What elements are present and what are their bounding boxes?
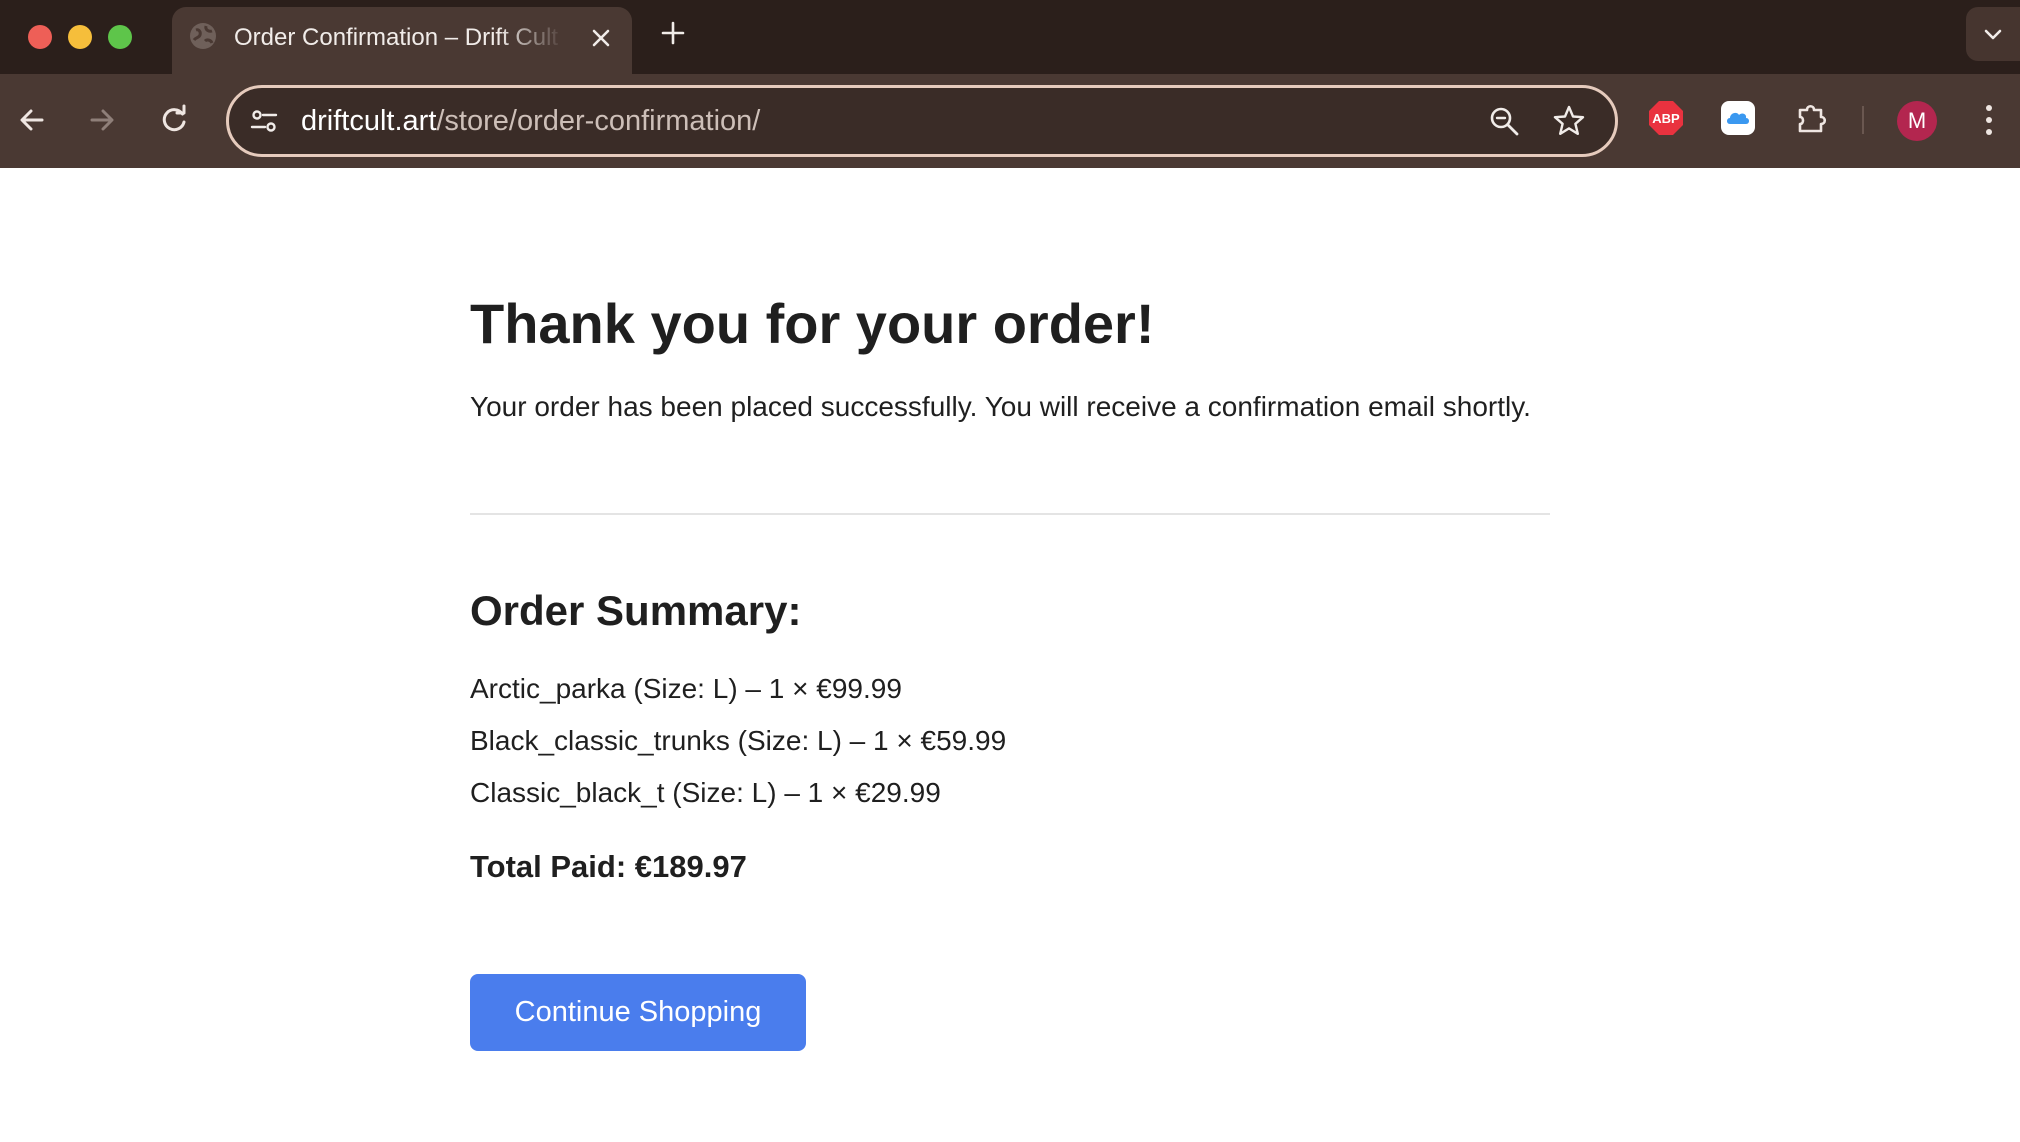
new-tab-icon[interactable] (658, 18, 688, 48)
section-divider (470, 513, 1550, 515)
total-paid: Total Paid: €189.97 (470, 849, 747, 884)
puzzle-extensions-icon[interactable] (1792, 98, 1832, 138)
order-item: Arctic_parka (Size: L) – 1 × €99.99 (470, 673, 902, 704)
chevron-down-icon (1984, 29, 2002, 40)
kebab-menu-icon[interactable] (1974, 98, 2004, 142)
minimize-window-button[interactable] (68, 25, 92, 49)
tab-title: Order Confirmation – Drift Cult Store (234, 24, 564, 51)
order-summary-title: Order Summary: (470, 587, 802, 634)
adblock-plus-icon[interactable]: ABP (1646, 98, 1686, 138)
url-text[interactable]: driftcult.art/store/order-confirmation/ (301, 103, 760, 139)
forward-arrow-icon[interactable] (82, 100, 122, 140)
zoom-icon[interactable] (1487, 104, 1521, 138)
order-item: Classic_black_t (Size: L) – 1 × €29.99 (470, 777, 941, 808)
continue-shopping-button[interactable]: Continue Shopping (470, 974, 806, 1051)
icloud-icon[interactable] (1718, 98, 1758, 138)
url-path: /store/order-confirmation/ (436, 105, 761, 137)
reload-icon[interactable] (154, 100, 194, 140)
order-items-list: Arctic_parka (Size: L) – 1 × €99.99 Blac… (470, 672, 1006, 828)
order-item: Black_classic_trunks (Size: L) – 1 × €59… (470, 725, 1007, 756)
close-window-button[interactable] (28, 25, 52, 49)
active-tab[interactable]: Order Confirmation – Drift Cult Store (172, 7, 632, 74)
back-arrow-icon[interactable] (12, 100, 52, 140)
maximize-window-button[interactable] (108, 25, 132, 49)
toolbar-divider (1862, 106, 1864, 134)
browser-toolbar: driftcult.art/store/order-confirmation/ … (0, 74, 2020, 168)
bookmark-star-icon[interactable] (1551, 103, 1587, 139)
url-host: driftcult.art (301, 105, 437, 137)
address-bar[interactable]: driftcult.art/store/order-confirmation/ (226, 85, 1618, 157)
confirmation-message: Your order has been placed successfully.… (470, 391, 1531, 422)
tab-strip: Order Confirmation – Drift Cult Store (0, 0, 2020, 74)
close-tab-icon[interactable] (586, 23, 616, 53)
tab-search-button[interactable] (1966, 7, 2020, 61)
site-settings-icon[interactable] (249, 106, 279, 136)
adblock-label: ABP (1652, 111, 1680, 126)
globe-icon (190, 23, 216, 49)
profile-avatar[interactable]: M (1897, 101, 1937, 141)
page-title: Thank you for your order! (470, 292, 1155, 355)
